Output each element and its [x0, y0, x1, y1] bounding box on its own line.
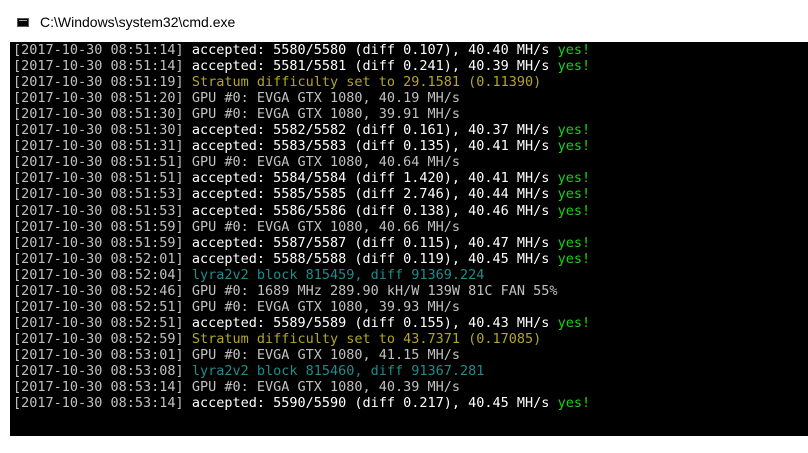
timestamp: [2017-10-30 08:51:30] — [13, 106, 184, 123]
console-line: [2017-10-30 08:51:51] accepted: 5584/558… — [13, 170, 590, 186]
timestamp: [2017-10-30 08:51:31] — [13, 138, 184, 155]
timestamp: [2017-10-30 08:51:53] — [13, 186, 184, 203]
yes-status: yes! — [557, 234, 591, 251]
accepted-message: accepted: 5580/5580 (diff 0.107), 40.40 … — [183, 42, 558, 58]
timestamp: [2017-10-30 08:52:01] — [13, 250, 184, 267]
accepted-message: accepted: 5585/5585 (diff 2.746), 40.44 … — [183, 186, 558, 203]
title-bar[interactable]: C:\Windows\system32\cmd.exe — [0, 0, 808, 42]
console-line: [2017-10-30 08:51:19] Stratum difficulty… — [13, 74, 541, 90]
console-line: [2017-10-30 08:51:51] GPU #0: EVGA GTX 1… — [13, 154, 460, 170]
console-line: [2017-10-30 08:51:14] accepted: 5580/558… — [13, 42, 590, 58]
yes-status: yes! — [557, 58, 591, 75]
block-message: lyra2v2 block 815459, diff 91369.224 — [183, 266, 485, 283]
gpu-message: GPU #0: EVGA GTX 1080, 40.39 MH/s — [183, 379, 461, 396]
console-line: [2017-10-30 08:52:51] GPU #0: EVGA GTX 1… — [13, 299, 460, 315]
accepted-message: accepted: 5588/5588 (diff 0.119), 40.45 … — [183, 250, 558, 267]
timestamp: [2017-10-30 08:51:51] — [13, 170, 184, 187]
console-line: [2017-10-30 08:51:59] GPU #0: EVGA GTX 1… — [13, 219, 460, 235]
accepted-message: accepted: 5584/5584 (diff 1.420), 40.41 … — [183, 170, 558, 187]
console-line: [2017-10-30 08:53:08] lyra2v2 block 8154… — [13, 363, 484, 379]
window-title: C:\Windows\system32\cmd.exe — [40, 14, 236, 30]
timestamp: [2017-10-30 08:51:51] — [13, 154, 184, 171]
yes-status: yes! — [557, 314, 591, 331]
yes-status: yes! — [557, 395, 591, 412]
accepted-message: accepted: 5590/5590 (diff 0.217), 40.45 … — [183, 395, 558, 412]
timestamp: [2017-10-30 08:51:30] — [13, 122, 184, 139]
stratum-message: Stratum difficulty set to 43.7371 (0.170… — [183, 330, 542, 347]
gpu-message: GPU #0: EVGA GTX 1080, 39.93 MH/s — [183, 298, 461, 315]
accepted-message: accepted: 5582/5582 (diff 0.161), 40.37 … — [183, 122, 558, 139]
timestamp: [2017-10-30 08:52:59] — [13, 330, 184, 347]
gpu-message: GPU #0: 1689 MHz 289.90 kH/W 139W 81C FA… — [183, 282, 558, 299]
yes-status: yes! — [557, 250, 591, 267]
console-line: [2017-10-30 08:51:30] accepted: 5582/558… — [13, 122, 590, 138]
window-bottom-edge — [10, 436, 808, 453]
console-line: [2017-10-30 08:53:14] GPU #0: EVGA GTX 1… — [13, 379, 460, 395]
timestamp: [2017-10-30 08:51:14] — [13, 42, 184, 58]
timestamp: [2017-10-30 08:52:51] — [13, 298, 184, 315]
console-line: [2017-10-30 08:51:53] accepted: 5586/558… — [13, 203, 590, 219]
console-line: [2017-10-30 08:51:53] accepted: 5585/558… — [13, 186, 590, 202]
cmd-console-icon[interactable] — [17, 18, 29, 27]
timestamp: [2017-10-30 08:53:14] — [13, 395, 184, 412]
yes-status: yes! — [557, 186, 591, 203]
timestamp: [2017-10-30 08:52:46] — [13, 282, 184, 299]
console-line: [2017-10-30 08:51:14] accepted: 5581/558… — [13, 58, 590, 74]
timestamp: [2017-10-30 08:52:51] — [13, 314, 184, 331]
timestamp: [2017-10-30 08:51:53] — [13, 202, 184, 219]
timestamp: [2017-10-30 08:51:14] — [13, 58, 184, 75]
timestamp: [2017-10-30 08:51:59] — [13, 234, 184, 251]
gpu-message: GPU #0: EVGA GTX 1080, 39.91 MH/s — [183, 106, 461, 123]
console-line: [2017-10-30 08:53:01] GPU #0: EVGA GTX 1… — [13, 347, 460, 363]
cmd-window: C:\Windows\system32\cmd.exe [2017-10-30 … — [0, 0, 808, 453]
accepted-message: accepted: 5586/5586 (diff 0.138), 40.46 … — [183, 202, 558, 219]
timestamp: [2017-10-30 08:53:01] — [13, 346, 184, 363]
console-output[interactable]: [2017-10-30 08:51:14] accepted: 5580/558… — [10, 42, 808, 436]
console-line: [2017-10-30 08:52:01] accepted: 5588/558… — [13, 251, 590, 267]
yes-status: yes! — [557, 138, 591, 155]
accepted-message: accepted: 5581/5581 (diff 0.241), 40.39 … — [183, 58, 558, 75]
console-line: [2017-10-30 08:52:51] accepted: 5589/558… — [13, 315, 590, 331]
accepted-message: accepted: 5583/5583 (diff 0.135), 40.41 … — [183, 138, 558, 155]
yes-status: yes! — [557, 122, 591, 139]
yes-status: yes! — [557, 42, 591, 58]
yes-status: yes! — [557, 202, 591, 219]
accepted-message: accepted: 5587/5587 (diff 0.115), 40.47 … — [183, 234, 558, 251]
block-message: lyra2v2 block 815460, diff 91367.281 — [183, 363, 485, 379]
console-line: [2017-10-30 08:53:14] accepted: 5590/559… — [13, 395, 590, 411]
gpu-message: GPU #0: EVGA GTX 1080, 40.19 MH/s — [183, 90, 461, 107]
accepted-message: accepted: 5589/5589 (diff 0.155), 40.43 … — [183, 314, 558, 331]
console-line: [2017-10-30 08:51:30] GPU #0: EVGA GTX 1… — [13, 106, 460, 122]
gpu-message: GPU #0: EVGA GTX 1080, 41.15 MH/s — [183, 346, 461, 363]
gpu-message: GPU #0: EVGA GTX 1080, 40.64 MH/s — [183, 154, 461, 171]
console-line: [2017-10-30 08:51:20] GPU #0: EVGA GTX 1… — [13, 90, 460, 106]
stratum-message: Stratum difficulty set to 29.1581 (0.113… — [183, 74, 542, 91]
timestamp: [2017-10-30 08:51:19] — [13, 74, 184, 91]
yes-status: yes! — [557, 170, 591, 187]
timestamp: [2017-10-30 08:53:08] — [13, 363, 184, 379]
console-line: [2017-10-30 08:52:04] lyra2v2 block 8154… — [13, 267, 484, 283]
timestamp: [2017-10-30 08:51:20] — [13, 90, 184, 107]
timestamp: [2017-10-30 08:53:14] — [13, 379, 184, 396]
console-line: [2017-10-30 08:52:59] Stratum difficulty… — [13, 331, 541, 347]
gpu-message: GPU #0: EVGA GTX 1080, 40.66 MH/s — [183, 218, 461, 235]
console-line: [2017-10-30 08:51:31] accepted: 5583/558… — [13, 138, 590, 154]
timestamp: [2017-10-30 08:52:04] — [13, 266, 184, 283]
console-line: [2017-10-30 08:52:46] GPU #0: 1689 MHz 2… — [13, 283, 558, 299]
timestamp: [2017-10-30 08:51:59] — [13, 218, 184, 235]
console-line: [2017-10-30 08:51:59] accepted: 5587/558… — [13, 235, 590, 251]
